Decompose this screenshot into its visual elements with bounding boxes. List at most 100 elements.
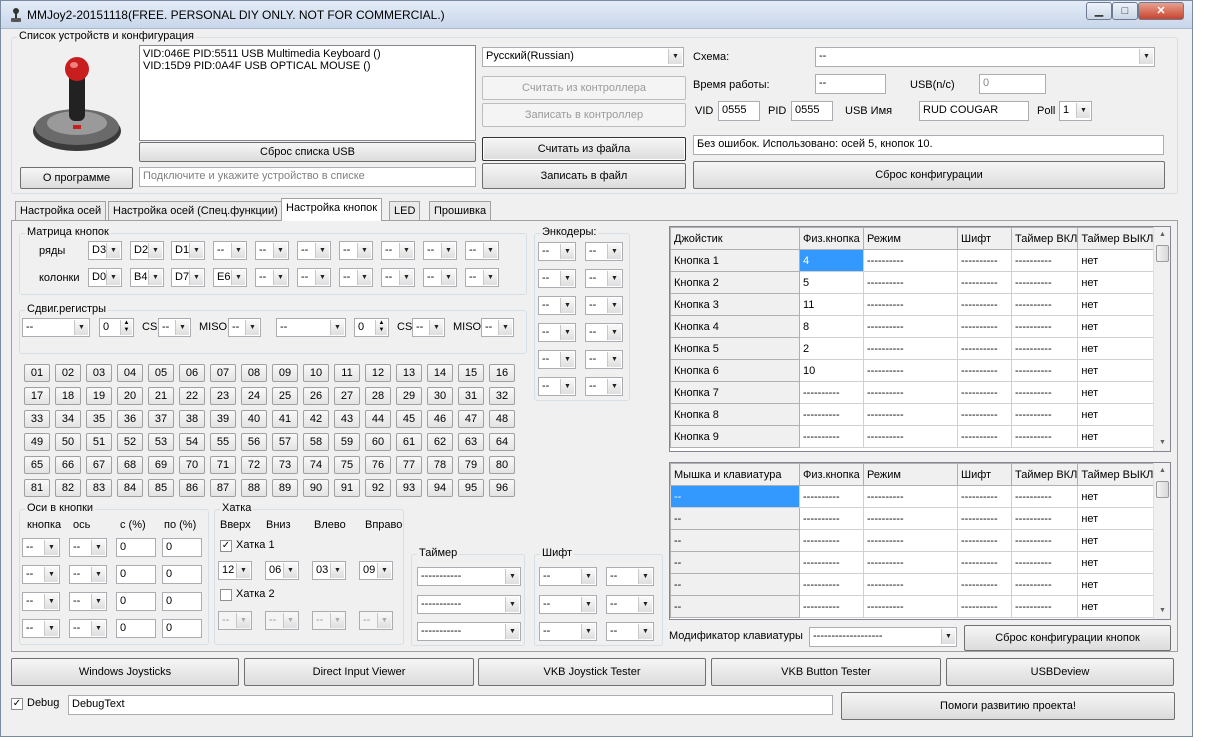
keyboard-grid-scrollbar[interactable]: ▲ ▼ xyxy=(1153,463,1170,619)
button-number-68[interactable]: 68 xyxy=(117,456,143,474)
grid-cell[interactable]: нет xyxy=(1077,315,1155,338)
button-number-66[interactable]: 66 xyxy=(55,456,81,474)
grid-cell[interactable]: ---------- xyxy=(863,595,958,618)
table-row[interactable]: -- ---------- ---------- ---------- --------… xyxy=(670,573,1155,596)
matrix-col-combo[interactable]: -- ▼ xyxy=(381,268,415,287)
poll-combo[interactable]: 1 ▼ xyxy=(1059,101,1092,121)
button-number-56[interactable]: 56 xyxy=(241,433,267,451)
button-number-22[interactable]: 22 xyxy=(179,387,205,405)
axis-btn-axis-combo[interactable]: -- ▼ xyxy=(69,619,107,638)
tab-buttons[interactable]: Настройка кнопок xyxy=(281,198,383,221)
grid-cell[interactable]: ---------- xyxy=(1010,507,1079,530)
button-number-30[interactable]: 30 xyxy=(427,387,453,405)
joystick-grid-scrollbar[interactable]: ▲ ▼ xyxy=(1153,227,1170,451)
dropdown-arrow-icon[interactable]: ▼ xyxy=(399,243,413,258)
button-number-83[interactable]: 83 xyxy=(86,479,112,497)
encoder-a-combo[interactable]: -- ▼ xyxy=(538,377,576,396)
axis-btn-axis-combo[interactable]: -- ▼ xyxy=(69,592,107,611)
matrix-col-combo[interactable]: -- ▼ xyxy=(423,268,457,287)
button-number-82[interactable]: 82 xyxy=(55,479,81,497)
vkb-joystick-tester-button[interactable]: VKB Joystick Tester xyxy=(478,658,706,686)
axis-btn-button-combo[interactable]: -- ▼ xyxy=(22,592,60,611)
scroll-up-icon[interactable]: ▲ xyxy=(1154,227,1170,243)
grid-column-header[interactable]: Режим xyxy=(863,463,958,486)
button-number-37[interactable]: 37 xyxy=(148,410,174,428)
button-number-95[interactable]: 95 xyxy=(458,479,484,497)
scheme-combo[interactable]: -- ▼ xyxy=(815,47,1155,67)
grid-cell[interactable]: ---------- xyxy=(863,485,958,508)
timer-combo[interactable]: ----------- ▼ xyxy=(417,595,521,614)
button-number-89[interactable]: 89 xyxy=(272,479,298,497)
button-number-20[interactable]: 20 xyxy=(117,387,143,405)
button-number-54[interactable]: 54 xyxy=(179,433,205,451)
dropdown-arrow-icon[interactable]: ▼ xyxy=(189,270,203,285)
button-number-43[interactable]: 43 xyxy=(334,410,360,428)
spinner-arrows-icon[interactable]: ▲ ▼ xyxy=(375,320,387,335)
grid-cell[interactable]: ---------- xyxy=(863,293,958,316)
tab-led[interactable]: LED xyxy=(389,201,421,221)
grid-cell[interactable]: ---------- xyxy=(1010,337,1079,360)
button-number-40[interactable]: 40 xyxy=(241,410,267,428)
table-row[interactable]: -- ---------- ---------- ---------- --------… xyxy=(670,551,1155,574)
dropdown-arrow-icon[interactable]: ▼ xyxy=(638,569,652,584)
button-number-59[interactable]: 59 xyxy=(334,433,360,451)
keyboard-mouse-grid[interactable]: Мышка и клавиатура Физ.кнопка Режим Шифт Тай… xyxy=(669,462,1171,620)
grid-cell[interactable]: ---------- xyxy=(863,381,958,404)
button-number-85[interactable]: 85 xyxy=(148,479,174,497)
dropdown-arrow-icon[interactable]: ▼ xyxy=(283,563,297,578)
grid-cell[interactable]: ---------- xyxy=(799,595,864,618)
pid-field[interactable]: 0555 xyxy=(791,101,833,121)
matrix-col-combo[interactable]: D0 ▼ xyxy=(88,268,122,287)
dropdown-arrow-icon[interactable]: ▼ xyxy=(44,621,58,636)
grid-column-header[interactable]: Таймер ВЫКЛ xyxy=(1077,227,1155,250)
axis-btn-from-field[interactable]: 0 xyxy=(116,538,156,557)
dropdown-arrow-icon[interactable]: ▼ xyxy=(1076,103,1090,118)
grid-cell[interactable]: ---------- xyxy=(799,425,864,448)
grid-cell[interactable]: ---------- xyxy=(957,485,1012,508)
button-number-18[interactable]: 18 xyxy=(55,387,81,405)
axis-btn-axis-combo[interactable]: -- ▼ xyxy=(69,538,107,557)
button-number-86[interactable]: 86 xyxy=(179,479,205,497)
button-number-51[interactable]: 51 xyxy=(86,433,112,451)
miso-2-combo[interactable]: -- ▼ xyxy=(481,318,514,337)
spinner-arrows-icon[interactable]: ▲ ▼ xyxy=(120,320,132,335)
usbdeview-button[interactable]: USBDeview xyxy=(946,658,1174,686)
grid-cell[interactable]: ---------- xyxy=(957,293,1012,316)
grid-cell[interactable]: ---------- xyxy=(863,271,958,294)
grid-row-header[interactable]: -- xyxy=(670,573,800,596)
scroll-thumb[interactable] xyxy=(1156,481,1169,498)
reset-buttons-config-button[interactable]: Сброс конфигурации кнопок xyxy=(964,625,1171,651)
grid-row-header[interactable]: Кнопка 1 xyxy=(670,249,800,272)
reset-usb-button[interactable]: Сброс списка USB xyxy=(139,142,476,162)
dropdown-arrow-icon[interactable]: ▼ xyxy=(441,243,455,258)
button-number-45[interactable]: 45 xyxy=(396,410,422,428)
grid-cell[interactable]: ---------- xyxy=(863,359,958,382)
grid-column-header[interactable]: Таймер ВКЛ xyxy=(1010,227,1079,250)
button-number-61[interactable]: 61 xyxy=(396,433,422,451)
button-number-72[interactable]: 72 xyxy=(241,456,267,474)
grid-cell[interactable]: ---------- xyxy=(957,425,1012,448)
hat-1-direction-combo[interactable]: 09 ▼ xyxy=(359,561,393,580)
button-number-73[interactable]: 73 xyxy=(272,456,298,474)
shift-reg-1-combo[interactable]: -- ▼ xyxy=(22,318,90,337)
read-file-button[interactable]: Считать из файла xyxy=(482,137,686,161)
grid-cell[interactable]: 5 xyxy=(799,271,864,294)
button-number-76[interactable]: 76 xyxy=(365,456,391,474)
timer-combo[interactable]: ----------- ▼ xyxy=(417,622,521,641)
dropdown-arrow-icon[interactable]: ▼ xyxy=(231,270,245,285)
miso-1-combo[interactable]: -- ▼ xyxy=(228,318,261,337)
table-row[interactable]: Кнопка 7 ---------- ---------- ---------- --… xyxy=(670,381,1155,404)
button-number-94[interactable]: 94 xyxy=(427,479,453,497)
grid-cell[interactable]: ---------- xyxy=(799,403,864,426)
grid-cell[interactable]: нет xyxy=(1077,337,1155,360)
button-number-60[interactable]: 60 xyxy=(365,433,391,451)
hat-1-direction-combo[interactable]: 03 ▼ xyxy=(312,561,346,580)
dropdown-arrow-icon[interactable]: ▼ xyxy=(399,270,413,285)
button-number-67[interactable]: 67 xyxy=(86,456,112,474)
scroll-thumb[interactable] xyxy=(1156,245,1169,262)
scroll-up-icon[interactable]: ▲ xyxy=(1154,463,1170,479)
grid-cell[interactable]: нет xyxy=(1077,573,1155,596)
grid-cell[interactable]: ---------- xyxy=(1010,403,1079,426)
grid-cell[interactable]: ---------- xyxy=(863,337,958,360)
dropdown-arrow-icon[interactable]: ▼ xyxy=(357,243,371,258)
